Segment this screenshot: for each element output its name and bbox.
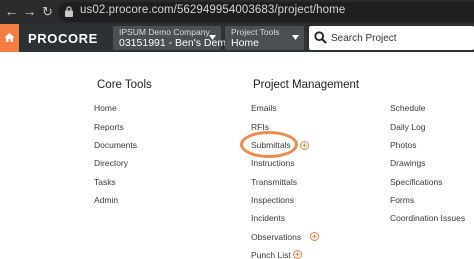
pm-tool-transmittals[interactable]: Transmittals <box>251 177 297 187</box>
pm-tool-submittals[interactable]: Submittals <box>251 140 291 150</box>
tool-picker-label: Project Tools <box>231 27 280 37</box>
add-punch-item-plus-icon[interactable]: + <box>293 250 302 259</box>
core-tool-documents[interactable]: Documents <box>94 140 137 150</box>
add-submittal-plus-icon[interactable]: + <box>300 141 309 150</box>
pm-tool-observations[interactable]: Observations <box>251 232 301 242</box>
pm-tool-specifications[interactable]: Specifications <box>390 177 442 187</box>
home-button[interactable] <box>0 24 19 52</box>
pm-tool-instructions[interactable]: Instructions <box>251 158 294 168</box>
chevron-down-icon <box>292 35 299 40</box>
search-input[interactable] <box>331 29 471 47</box>
company-picker-label: IPSUM Demo Company <box>119 27 210 37</box>
lock-icon <box>65 6 73 17</box>
url-text[interactable]: us02.procore.com/562949954003683/project… <box>80 4 345 16</box>
core-tool-reports[interactable]: Reports <box>94 122 124 132</box>
pm-tool-photos[interactable]: Photos <box>390 140 416 150</box>
pm-tool-forms[interactable]: Forms <box>390 195 414 205</box>
core-tool-tasks[interactable]: Tasks <box>94 177 116 187</box>
procore-logo[interactable]: PROCORE <box>28 31 98 46</box>
add-observation-plus-icon[interactable]: + <box>310 232 319 241</box>
search-icon <box>314 31 327 44</box>
reload-icon[interactable]: ↻ <box>39 3 56 20</box>
core-tools-heading: Core Tools <box>97 79 152 91</box>
tool-picker-value: Home <box>231 37 260 49</box>
core-tool-home[interactable]: Home <box>94 103 117 113</box>
project-management-heading: Project Management <box>253 79 360 91</box>
pm-tool-daily-log[interactable]: Daily Log <box>390 122 425 132</box>
chevron-down-icon <box>209 35 216 40</box>
search-project-box[interactable] <box>309 26 474 50</box>
pm-tool-coordination-issues[interactable]: Coordination Issues <box>390 213 465 223</box>
pm-tool-inspections[interactable]: Inspections <box>251 195 294 205</box>
home-icon <box>4 33 15 42</box>
pm-tool-schedule[interactable]: Schedule <box>390 103 425 113</box>
pm-tool-incidents[interactable]: Incidents <box>251 213 285 223</box>
core-tool-directory[interactable]: Directory <box>94 158 128 168</box>
core-tool-admin[interactable]: Admin <box>94 195 118 205</box>
company-picker[interactable]: IPSUM Demo Company 03151991 - Ben's Demo <box>113 26 232 50</box>
pm-tool-emails[interactable]: Emails <box>251 103 277 113</box>
forward-icon[interactable]: → <box>21 3 38 20</box>
tool-picker[interactable]: Project Tools Home <box>225 26 304 50</box>
pm-tool-drawings[interactable]: Drawings <box>390 158 425 168</box>
pm-tool-punch-list[interactable]: Punch List <box>251 250 291 259</box>
browser-toolbar: ← → ↻ us02.procore.com/562949954003683/p… <box>0 0 474 24</box>
back-icon[interactable]: ← <box>3 3 20 20</box>
